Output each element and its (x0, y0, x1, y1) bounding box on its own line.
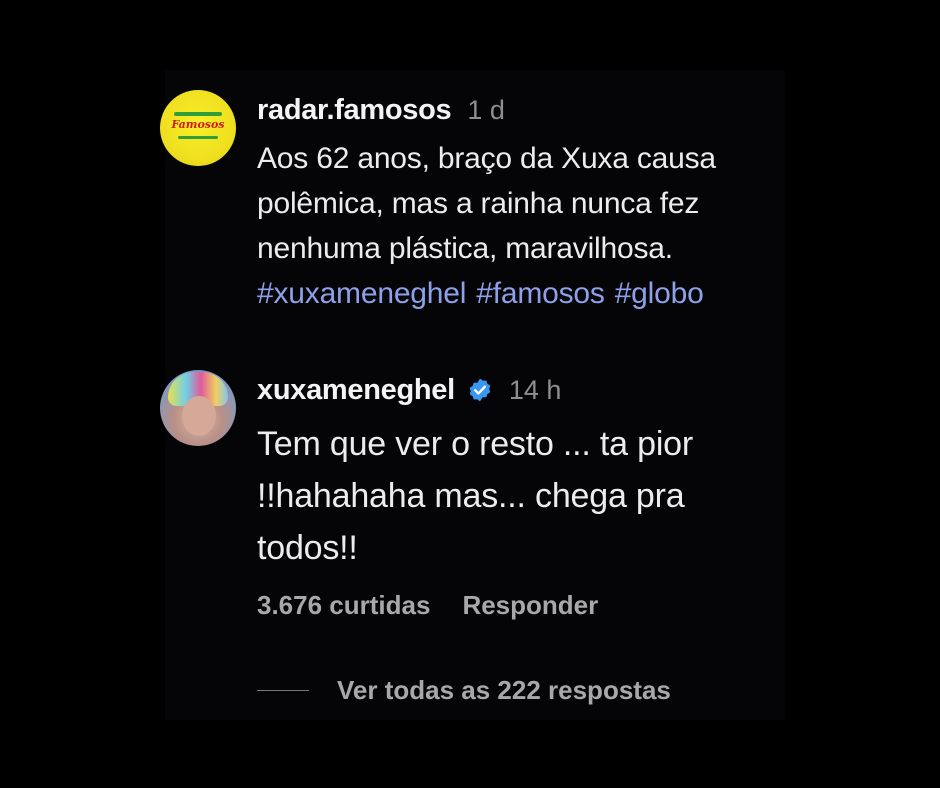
hashtag-link[interactable]: #globo (615, 277, 704, 310)
logo-stripe (174, 112, 222, 116)
timestamp: 14 h (508, 374, 562, 405)
logo-stripe (178, 136, 218, 139)
comment-body: xuxameneghel 14 h Tem que ver o resto ..… (257, 370, 787, 574)
username[interactable]: xuxameneghel (257, 374, 455, 407)
comment-header: xuxameneghel 14 h (257, 370, 787, 410)
comment-text: Aos 62 anos, braço da Xuxa causa polêmic… (257, 142, 716, 265)
username[interactable]: radar.famosos (257, 94, 452, 127)
avatar-xuxameneghel[interactable] (160, 370, 236, 446)
comment-text: Tem que ver o resto ... ta pior !!hahaha… (257, 425, 693, 567)
hashtag-link[interactable]: #xuxameneghel (257, 277, 466, 310)
comments-panel: Famosos radar.famosos 1 d Aos 62 anos, b… (160, 70, 787, 720)
comment-body: radar.famosos 1 d Aos 62 anos, braço da … (257, 90, 787, 317)
timestamp: 1 d (467, 94, 505, 125)
comment-actions: 3.676 curtidas Responder (257, 590, 598, 621)
profile-photo-face (182, 396, 216, 436)
likes-count[interactable]: 3.676 curtidas (257, 590, 430, 621)
replies-divider (257, 690, 309, 691)
hashtag-list: #xuxameneghel #famosos #globo (257, 271, 787, 317)
verified-badge-icon (469, 378, 491, 402)
view-replies-label: Ver todas as 222 respostas (337, 675, 671, 705)
hashtag-link[interactable]: #famosos (476, 277, 605, 310)
radar-famosos-logo: Famosos (171, 118, 225, 131)
screenshot-frame: Famosos radar.famosos 1 d Aos 62 anos, b… (0, 0, 940, 788)
view-replies-link[interactable]: Ver todas as 222 respostas (257, 675, 671, 706)
comment-header: radar.famosos 1 d (257, 90, 787, 130)
avatar-radar-famosos[interactable]: Famosos (160, 90, 236, 166)
reply-button[interactable]: Responder (462, 590, 598, 621)
